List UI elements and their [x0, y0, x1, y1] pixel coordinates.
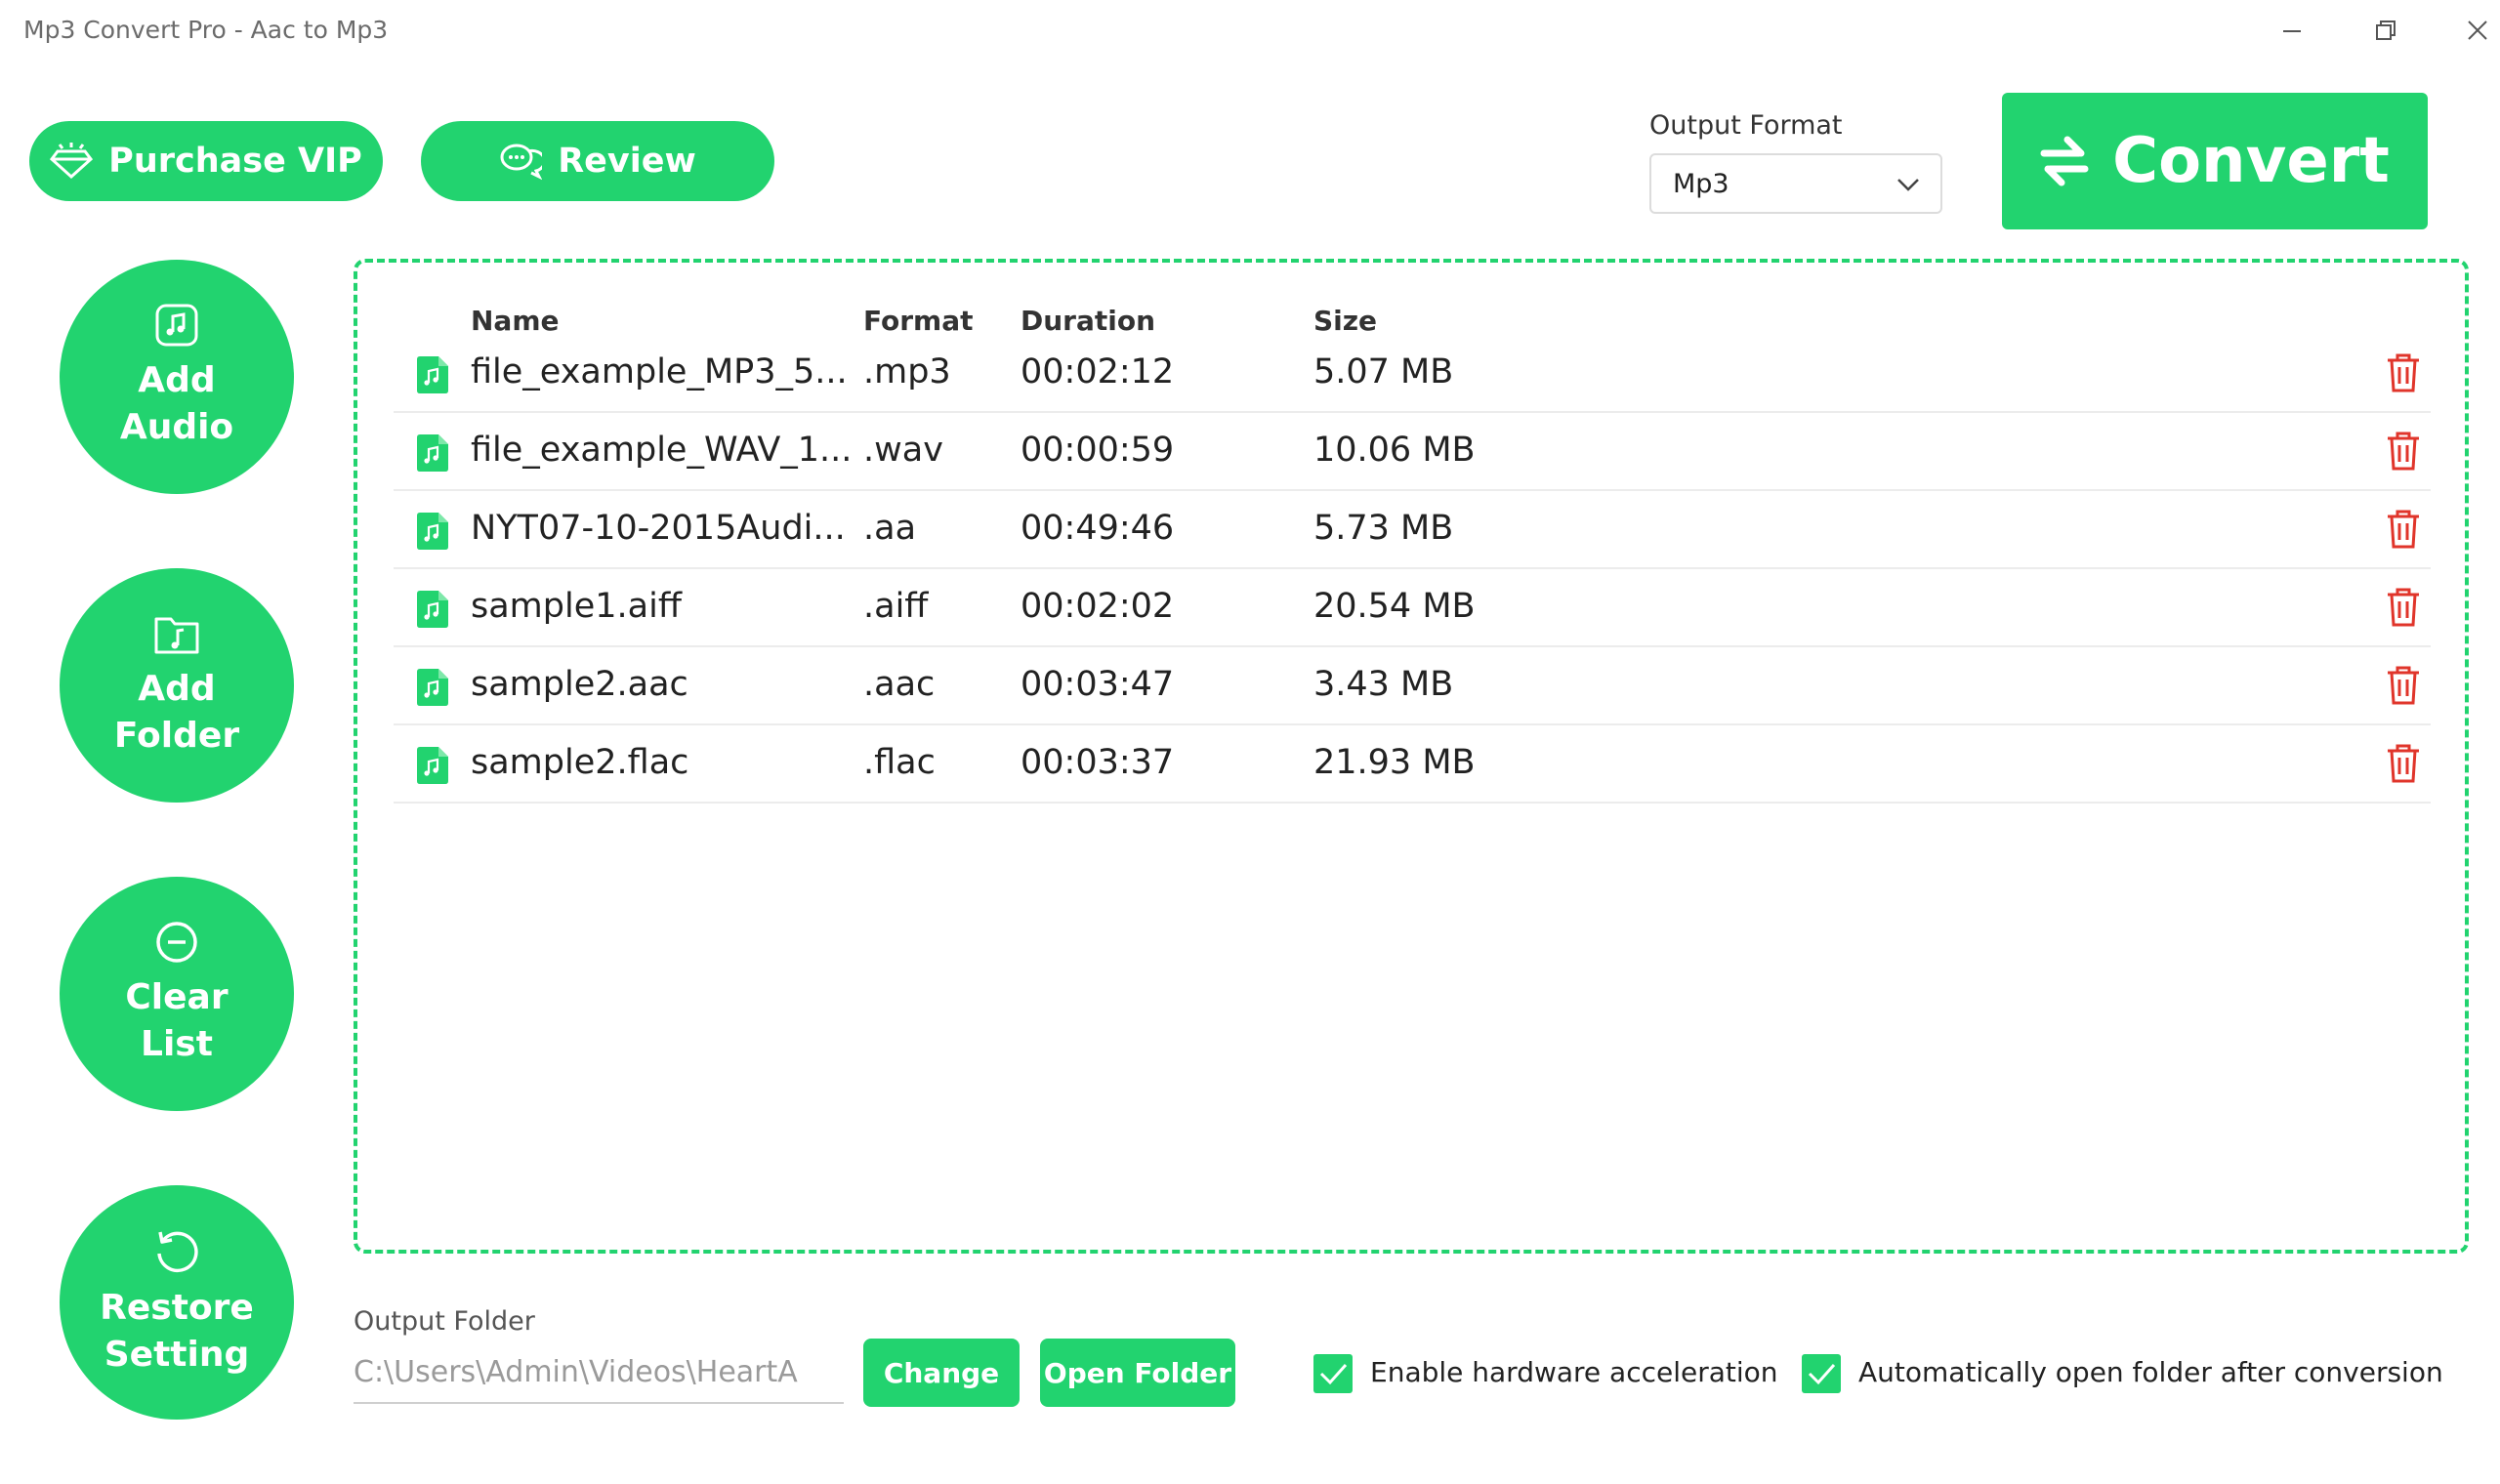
column-header-format[interactable]: Format: [863, 305, 974, 337]
add-audio-button[interactable]: Add Audio: [60, 260, 294, 494]
delete-icon[interactable]: [2386, 587, 2421, 628]
delete-icon[interactable]: [2386, 665, 2421, 706]
checkmark-icon: [1319, 1364, 1348, 1385]
output-format-label: Output Format: [1649, 110, 1843, 141]
file-size: 5.07 MB: [1313, 352, 1454, 392]
audio-file-icon: [417, 356, 448, 393]
checkmark-icon: [1808, 1364, 1836, 1385]
output-folder-path: C:\Users\Admin\Videos\HeartA: [354, 1355, 798, 1389]
output-format-select[interactable]: Mp3: [1649, 153, 1942, 214]
table-row[interactable]: sample2.flac .flac 00:03:37 21.93 MB: [394, 725, 2431, 804]
file-duration: 00:02:02: [1021, 587, 1175, 626]
output-format-value: Mp3: [1673, 169, 1729, 199]
table-row[interactable]: sample1.aiff .aiff 00:02:02 20.54 MB: [394, 569, 2431, 647]
review-label: Review: [558, 142, 696, 181]
file-duration: 00:03:37: [1021, 743, 1175, 782]
column-header-name[interactable]: Name: [471, 305, 560, 337]
file-format: .aiff: [863, 587, 929, 626]
purchase-vip-button[interactable]: Purchase VIP: [29, 121, 383, 201]
delete-icon[interactable]: [2386, 431, 2421, 472]
delete-icon[interactable]: [2386, 509, 2421, 550]
output-folder-label: Output Folder: [354, 1306, 535, 1337]
restore-icon: [157, 1231, 198, 1273]
window-title: Mp3 Convert Pro - Aac to Mp3: [23, 16, 389, 44]
close-icon[interactable]: [2447, 10, 2500, 53]
file-format: .aac: [863, 665, 936, 704]
open-folder-button[interactable]: Open Folder: [1040, 1339, 1235, 1407]
audio-file-icon: [417, 591, 448, 628]
restore-setting-button[interactable]: Restore Setting: [60, 1185, 294, 1420]
file-format: .aa: [863, 509, 917, 548]
table-row[interactable]: file_example_WAV_1... .wav 00:00:59 10.06 M…: [394, 413, 2431, 491]
file-size: 21.93 MB: [1313, 743, 1476, 782]
column-header-duration[interactable]: Duration: [1021, 305, 1155, 337]
file-size: 10.06 MB: [1313, 431, 1476, 470]
chat-bubbles-icon: [500, 144, 543, 181]
review-button[interactable]: Review: [421, 121, 774, 201]
minus-circle-icon: [156, 922, 197, 963]
hardware-acceleration-checkbox[interactable]: [1313, 1354, 1353, 1393]
file-size: 5.73 MB: [1313, 509, 1454, 548]
audio-file-icon: [417, 513, 448, 550]
auto-open-folder-checkbox[interactable]: [1802, 1354, 1841, 1393]
add-audio-label: Add Audio: [119, 360, 234, 447]
file-duration: 00:00:59: [1021, 431, 1175, 470]
file-duration: 00:03:47: [1021, 665, 1175, 704]
hardware-acceleration-label: Enable hardware acceleration: [1370, 1356, 1778, 1388]
audio-file-icon: [417, 747, 448, 784]
swap-arrows-icon: [2040, 136, 2089, 186]
file-duration: 00:49:46: [1021, 509, 1175, 548]
audio-file-icon: [155, 304, 198, 347]
music-folder-icon: [154, 617, 199, 654]
file-name: NYT07-10-2015Audi...: [471, 509, 846, 548]
column-header-size[interactable]: Size: [1313, 305, 1377, 337]
file-format: .flac: [863, 743, 936, 782]
chevron-down-icon: [1897, 179, 1919, 191]
file-name: sample1.aiff: [471, 587, 682, 626]
file-name: sample2.aac: [471, 665, 688, 704]
change-label: Change: [883, 1356, 1000, 1389]
file-format: .mp3: [863, 352, 951, 392]
file-size: 20.54 MB: [1313, 587, 1476, 626]
file-name: file_example_MP3_5...: [471, 352, 848, 392]
auto-open-folder-label: Automatically open folder after conversi…: [1858, 1356, 2443, 1388]
file-size: 3.43 MB: [1313, 665, 1454, 704]
file-name: sample2.flac: [471, 743, 689, 782]
diamond-icon: [50, 143, 94, 180]
file-name: file_example_WAV_1...: [471, 431, 853, 470]
open-folder-label: Open Folder: [1043, 1356, 1232, 1389]
minimize-icon[interactable]: [2262, 10, 2320, 53]
purchase-vip-label: Purchase VIP: [108, 142, 362, 181]
restore-icon[interactable]: [2355, 10, 2414, 53]
delete-icon[interactable]: [2386, 743, 2421, 784]
file-duration: 00:02:12: [1021, 352, 1175, 392]
title-bar: Mp3 Convert Pro - Aac to Mp3: [0, 0, 2500, 62]
add-folder-label: Add Folder: [113, 669, 240, 756]
restore-setting-label: Restore Setting: [100, 1288, 254, 1375]
file-format: .wav: [863, 431, 943, 470]
convert-button[interactable]: Convert: [2002, 93, 2428, 229]
clear-list-button[interactable]: Clear List: [60, 877, 294, 1111]
table-row[interactable]: sample2.aac .aac 00:03:47 3.43 MB: [394, 647, 2431, 725]
delete-icon[interactable]: [2386, 352, 2421, 393]
clear-list-label: Clear List: [125, 977, 229, 1064]
change-button[interactable]: Change: [863, 1339, 1020, 1407]
table-row[interactable]: NYT07-10-2015Audi... .aa 00:49:46 5.73 MB: [394, 491, 2431, 569]
table-row[interactable]: file_example_MP3_5... .mp3 00:02:12 5.07 MB: [394, 335, 2431, 413]
convert-label: Convert: [2112, 125, 2390, 197]
add-folder-button[interactable]: Add Folder: [60, 568, 294, 803]
audio-file-icon: [417, 434, 448, 472]
audio-file-icon: [417, 669, 448, 706]
output-folder-input[interactable]: C:\Users\Admin\Videos\HeartA: [354, 1351, 844, 1404]
